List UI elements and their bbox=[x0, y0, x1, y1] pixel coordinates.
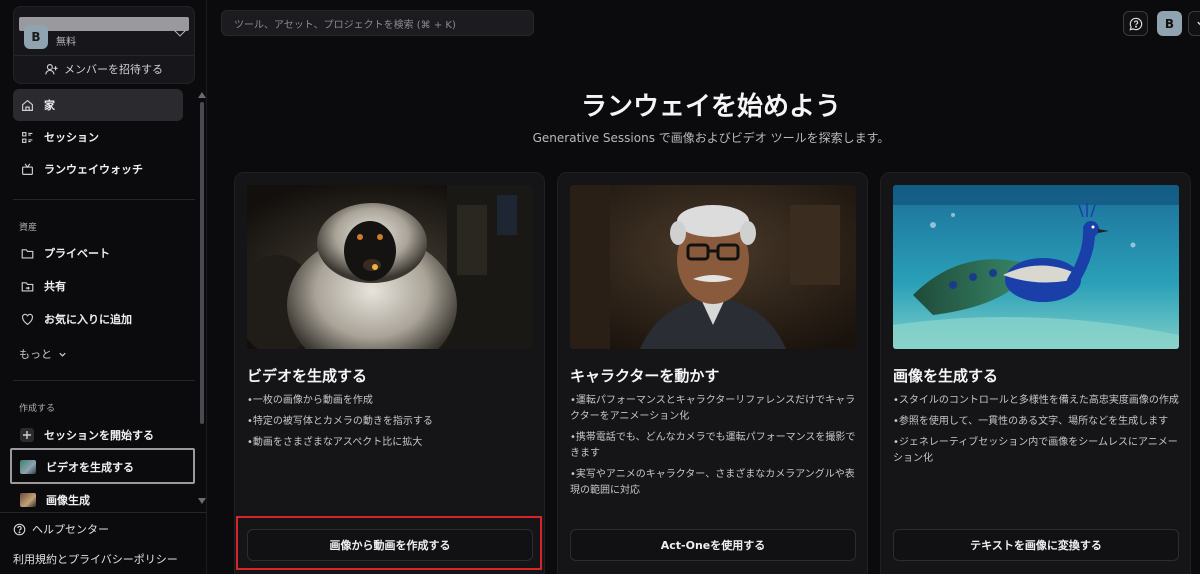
create-section-label: 作成する bbox=[19, 404, 56, 414]
card-image-peacock bbox=[893, 185, 1179, 349]
card-generate-image: 画像を生成する •スタイルのコントロールと多様性を備えた高忠実度画像の作成 •参… bbox=[880, 172, 1191, 574]
shared-folder-icon bbox=[20, 279, 34, 293]
bullet-item: •スタイルのコントロールと多様性を備えた高忠実度画像の作成 bbox=[893, 395, 1179, 406]
terms-privacy-link[interactable]: 利用規約とプライバシーポリシー bbox=[13, 551, 178, 567]
plus-icon bbox=[20, 428, 34, 442]
card-bullets: •スタイルのコントロールと多様性を備えた高忠実度画像の作成 •参照を使用して、一… bbox=[893, 393, 1181, 472]
scrollbar-thumb[interactable] bbox=[200, 102, 204, 424]
card-bullets: •一枚の画像から動画を作成 •特定の被写体とカメラの動きを指示する •動画をさま… bbox=[247, 393, 535, 456]
sidebar-item-label: お気に入りに追加 bbox=[44, 313, 132, 326]
card-generate-video: ビデオを生成する •一枚の画像から動画を作成 •特定の被写体とカメラの動きを指示… bbox=[234, 172, 545, 574]
search-placeholder: ツール、アセット、プロジェクトを検索 (⌘ + K) bbox=[234, 19, 456, 31]
bullet-item: •動画をさまざまなアスペクト比に拡大 bbox=[247, 437, 423, 448]
text-to-image-button[interactable]: テキストを画像に変換する bbox=[893, 529, 1179, 561]
sidebar-item-sessions[interactable]: セッション bbox=[13, 121, 183, 153]
card-bullets: •運転パフォーマンスとキャラクターリファレンスだけでキャラクターをアニメーション… bbox=[570, 393, 858, 504]
bullet-item: •ジェネレーティブセッション内で画像をシームレスにアニメーション化 bbox=[893, 437, 1178, 464]
highlight-frame bbox=[10, 448, 195, 484]
workspace-switcher[interactable]: B 無料 メンバーを招待する bbox=[13, 6, 195, 84]
sidebar-item-private[interactable]: プライベート bbox=[13, 237, 183, 269]
sidebar: B 無料 メンバーを招待する 家 セッション ランウェイウォッチ 資産 プライベ… bbox=[0, 0, 207, 574]
card-title: 画像を生成する bbox=[893, 367, 999, 385]
scroll-down-arrow-icon[interactable] bbox=[198, 498, 206, 504]
invite-members-button[interactable]: メンバーを招待する bbox=[14, 61, 194, 77]
help-chat-button[interactable] bbox=[1123, 11, 1148, 36]
sidebar-item-favorites[interactable]: お気に入りに追加 bbox=[13, 303, 183, 335]
home-icon bbox=[20, 98, 34, 112]
divider bbox=[13, 380, 195, 381]
help-center-link[interactable]: ヘルプセンター bbox=[13, 521, 109, 537]
bullet-item: •携帯電話でも、どんなカメラでも運転パフォーマンスを撮影できます bbox=[570, 432, 856, 459]
card-animate-character: キャラクターを動かす •運転パフォーマンスとキャラクターリファレンスだけでキャラ… bbox=[557, 172, 868, 574]
bullet-item: •運転パフォーマンスとキャラクターリファレンスだけでキャラクターをアニメーション… bbox=[570, 395, 856, 422]
page-title: ランウェイを始めよう bbox=[580, 92, 841, 122]
sidebar-item-runway-watch[interactable]: ランウェイウォッチ bbox=[13, 153, 183, 185]
divider bbox=[13, 199, 195, 200]
sidebar-item-image-generation[interactable]: 画像生成 bbox=[13, 485, 183, 515]
sidebar-item-label: ランウェイウォッチ bbox=[44, 163, 143, 176]
image-thumbnail-icon bbox=[20, 493, 36, 507]
card-image-old-man bbox=[570, 185, 856, 349]
search-input[interactable]: ツール、アセット、プロジェクトを検索 (⌘ + K) bbox=[221, 10, 534, 36]
user-avatar[interactable]: B bbox=[1157, 11, 1182, 36]
more-toggle[interactable]: もっと bbox=[19, 346, 67, 362]
help-center-label: ヘルプセンター bbox=[32, 523, 109, 536]
add-user-icon bbox=[45, 63, 58, 74]
chevron-down-icon bbox=[59, 352, 66, 357]
bullet-item: •一枚の画像から動画を作成 bbox=[247, 395, 373, 406]
help-bubble-icon bbox=[1128, 17, 1142, 31]
scroll-up-arrow-icon[interactable] bbox=[198, 92, 206, 98]
highlight-frame-red bbox=[236, 516, 542, 570]
tv-icon bbox=[20, 162, 34, 176]
bullet-item: •特定の被写体とカメラの動きを指示する bbox=[247, 416, 433, 427]
page-subtitle: Generative Sessions で画像およびビデオ ツールを探索します。 bbox=[532, 131, 890, 145]
workspace-avatar: B bbox=[24, 25, 48, 49]
invite-label: メンバーを招待する bbox=[64, 63, 163, 76]
sidebar-item-label: 画像生成 bbox=[46, 494, 90, 507]
sidebar-item-label: セッション bbox=[44, 131, 99, 144]
sidebar-item-start-session[interactable]: セッションを開始する bbox=[13, 419, 183, 451]
question-circle-icon bbox=[13, 523, 26, 535]
folder-icon bbox=[20, 246, 34, 260]
sidebar-item-label: プライベート bbox=[44, 247, 110, 260]
divider bbox=[14, 55, 194, 56]
sidebar-item-label: 家 bbox=[44, 99, 55, 112]
divider bbox=[0, 512, 207, 513]
sidebar-item-shared[interactable]: 共有 bbox=[13, 270, 183, 302]
bullet-item: •参照を使用して、一貫性のある文字、場所などを生成します bbox=[893, 416, 1169, 427]
assets-section-label: 資産 bbox=[19, 223, 38, 233]
act-one-button[interactable]: Act-Oneを使用する bbox=[570, 529, 856, 561]
sessions-icon bbox=[20, 130, 34, 144]
overflow-button[interactable] bbox=[1188, 11, 1200, 36]
card-image-monkey bbox=[247, 185, 533, 349]
sidebar-item-label: 共有 bbox=[44, 280, 66, 293]
workspace-plan: 無料 bbox=[56, 37, 76, 48]
chevron-down-icon bbox=[1196, 21, 1200, 26]
sidebar-item-home[interactable]: 家 bbox=[13, 89, 183, 121]
bullet-item: •実写やアニメのキャラクター、さまざまなカメラアングルや表現の範囲に対応 bbox=[570, 469, 855, 496]
sidebar-item-label: セッションを開始する bbox=[44, 429, 154, 442]
card-title: キャラクターを動かす bbox=[570, 367, 720, 385]
heart-icon bbox=[20, 312, 34, 326]
card-title: ビデオを生成する bbox=[247, 367, 368, 385]
more-label: もっと bbox=[19, 348, 52, 361]
